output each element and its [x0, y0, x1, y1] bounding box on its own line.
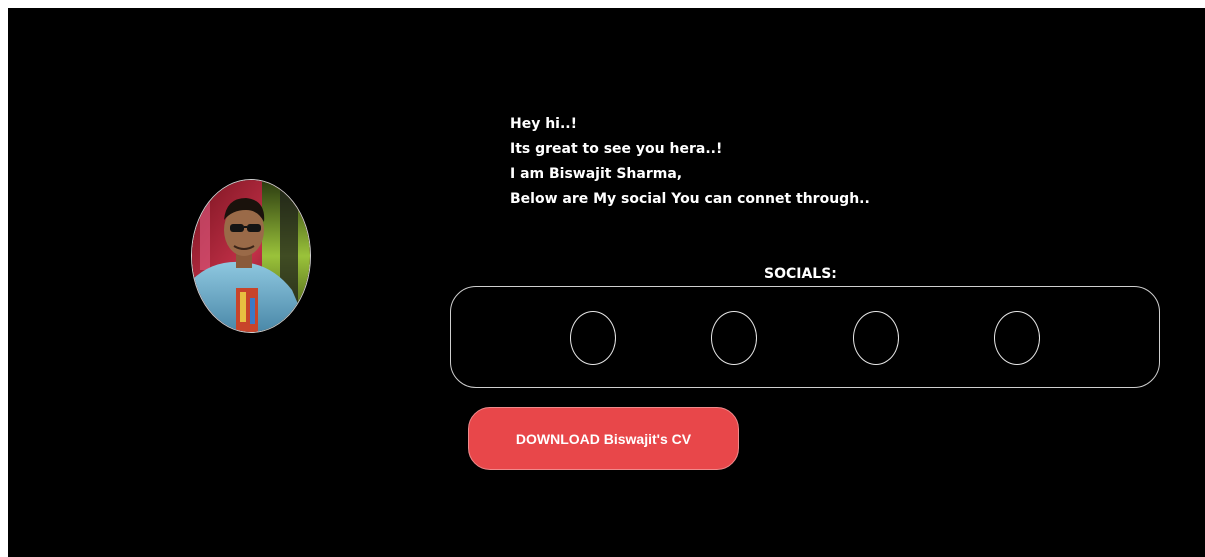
intro-welcome: Its great to see you hera..!: [510, 141, 723, 157]
page-background: Hey hi..! Its great to see you hera..! I…: [8, 8, 1205, 557]
intro-greeting: Hey hi..!: [510, 116, 577, 132]
socials-container: [450, 286, 1160, 388]
socials-title: SOCIALS:: [764, 266, 837, 282]
intro-name: I am Biswajit Sharma,: [510, 166, 683, 182]
social-link-4[interactable]: [994, 311, 1040, 365]
download-cv-button[interactable]: DOWNLOAD Biswajit's CV: [468, 407, 739, 470]
profile-photo-image: [192, 180, 310, 332]
social-link-2[interactable]: [711, 311, 757, 365]
profile-photo: [191, 179, 311, 333]
intro-socials-note: Below are My social You can connet throu…: [510, 191, 870, 207]
intro-text: Hey hi..! Its great to see you hera..! I…: [510, 112, 870, 212]
social-link-1[interactable]: [570, 311, 616, 365]
social-link-3[interactable]: [853, 311, 899, 365]
